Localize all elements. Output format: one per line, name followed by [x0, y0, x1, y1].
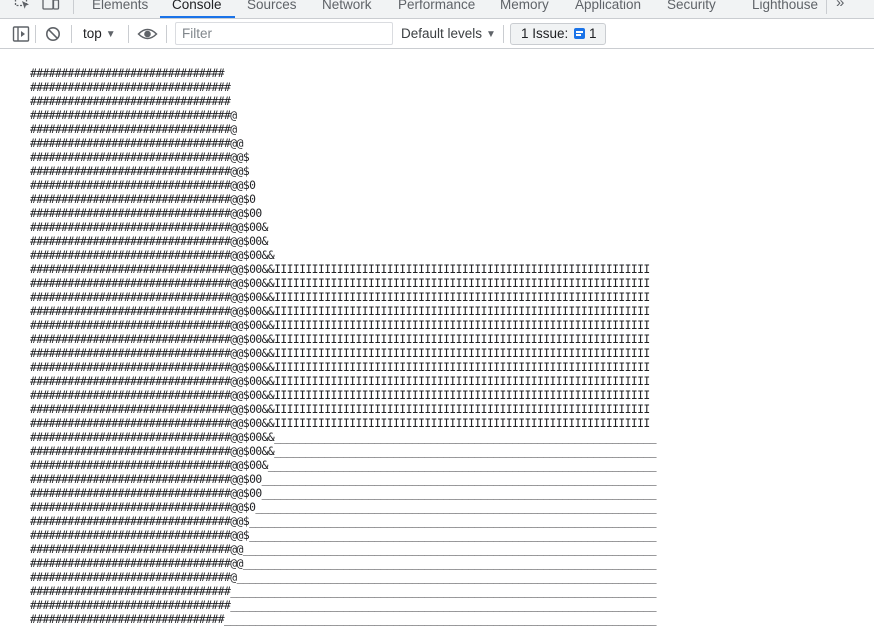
console-line: ################################@@$00&&I…	[30, 346, 650, 360]
console-log-message: ############################### #########…	[30, 66, 657, 626]
console-toolbar: top▼ Default levels▼ 1 Issue: 1	[0, 19, 874, 49]
console-line: ################################@@______…	[30, 542, 657, 556]
console-line: ################################@@$_____…	[30, 514, 657, 528]
console-line: ################################@@$00&__…	[30, 458, 657, 472]
console-line: ################################@	[30, 108, 237, 122]
issues-label: 1 Issue:	[521, 26, 569, 41]
console-line: ################################________…	[30, 584, 657, 598]
console-line: ################################@@______…	[30, 556, 657, 570]
console-line: ################################@@	[30, 136, 243, 150]
chevron-down-icon: ▼	[486, 29, 496, 40]
console-line: ################################________…	[30, 598, 657, 612]
active-tab-indicator	[160, 16, 235, 18]
console-line: ################################@@$00&&I…	[30, 332, 650, 346]
console-line: ################################@@$00&	[30, 234, 268, 248]
context-label: top	[83, 26, 102, 41]
tab-network[interactable]: Network	[322, 0, 372, 18]
console-line: ################################@@$0	[30, 178, 256, 192]
console-line: ################################@@$0	[30, 192, 256, 206]
tab-security[interactable]: Security	[667, 0, 716, 18]
console-line: ################################@@$00&&I…	[30, 290, 650, 304]
tab-divider	[73, 0, 74, 14]
devtools-tab-bar: Elements Console Sources Network Perform…	[0, 0, 874, 19]
live-expression-icon[interactable]	[137, 26, 158, 45]
console-line: ################################@@$00&&_…	[30, 444, 657, 458]
levels-label: Default levels	[401, 26, 483, 41]
console-line: ################################@@$00&&I…	[30, 388, 650, 402]
console-line: ################################@@$00___…	[30, 486, 657, 500]
issues-count: 1	[589, 26, 597, 41]
console-line: ################################@_______…	[30, 570, 657, 584]
console-line: ################################@@$	[30, 164, 250, 178]
console-line: ################################@@$00&&I…	[30, 374, 650, 388]
tab-elements[interactable]: Elements	[92, 0, 148, 18]
device-toolbar-icon[interactable]	[42, 0, 60, 11]
console-line: ################################@@$_____…	[30, 528, 657, 542]
console-line: ################################@@$00&&I…	[30, 304, 650, 318]
tab-performance[interactable]: Performance	[398, 0, 475, 18]
console-output[interactable]: ############################### #########…	[0, 49, 874, 634]
console-line: ################################@@$00&&I…	[30, 318, 650, 332]
toolbar-divider	[128, 25, 129, 43]
toolbar-divider	[35, 25, 36, 43]
console-line: ################################@@$00&&I…	[30, 416, 650, 430]
toolbar-divider	[166, 25, 167, 43]
tab-memory[interactable]: Memory	[500, 0, 549, 18]
console-line: ################################@@$00&&I…	[30, 360, 650, 374]
clear-console-icon[interactable]	[44, 25, 62, 46]
filter-input[interactable]	[175, 22, 393, 45]
console-line: ################################@@$00&&I…	[30, 276, 650, 290]
toolbar-divider	[503, 25, 504, 43]
log-levels-dropdown[interactable]: Default levels ▼	[401, 26, 496, 41]
console-line: ################################@	[30, 122, 237, 136]
inspect-element-icon[interactable]	[14, 0, 31, 11]
console-line: ################################@@$	[30, 150, 250, 164]
console-line: ################################@@$00___…	[30, 472, 657, 486]
console-line: ################################	[30, 80, 231, 94]
chevron-down-icon: ▼	[105, 29, 116, 40]
console-line: ###############################	[30, 66, 225, 80]
console-line: ################################@@$0____…	[30, 500, 657, 514]
javascript-context-selector[interactable]: top ▼	[83, 26, 116, 41]
tab-sources[interactable]: Sources	[247, 0, 297, 18]
console-line: ###############################_________…	[30, 612, 657, 626]
console-line: ################################@@$00&	[30, 220, 268, 234]
tab-divider	[826, 0, 827, 14]
console-line: ################################	[30, 94, 231, 108]
tab-lighthouse[interactable]: Lighthouse	[752, 0, 818, 18]
console-line: ################################@@$00&&	[30, 248, 275, 262]
more-tabs-chevron-icon[interactable]: »	[836, 0, 844, 11]
console-line: ################################@@$00&&I…	[30, 402, 650, 416]
console-line: ################################@@$00	[30, 206, 262, 220]
console-line: ################################@@$00&&I…	[30, 262, 650, 276]
toolbar-divider	[71, 25, 72, 43]
issue-message-icon	[574, 28, 586, 39]
tab-application[interactable]: Application	[575, 0, 641, 18]
show-sidebar-icon[interactable]	[12, 25, 30, 46]
issues-counter-button[interactable]: 1 Issue: 1	[510, 23, 606, 45]
console-line: ################################@@$00&&_…	[30, 430, 657, 444]
